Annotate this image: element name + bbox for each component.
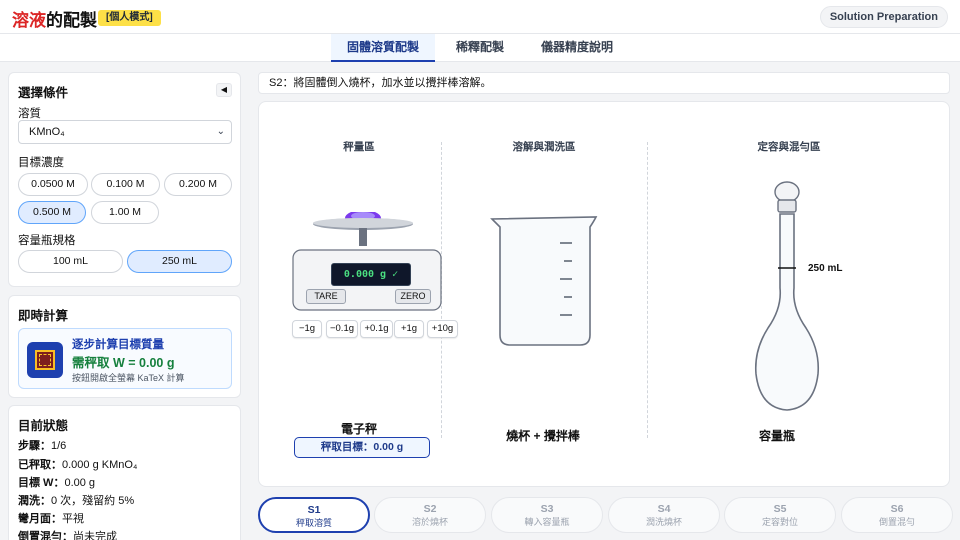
tare-button[interactable]: TARE bbox=[306, 289, 346, 304]
mode-badge: [個人模式] bbox=[98, 10, 161, 26]
minus-1g-button[interactable]: −1g bbox=[292, 320, 322, 338]
flask-size-label: 容量瓶規格 bbox=[18, 235, 76, 247]
status-title: 目前狀態 bbox=[18, 419, 69, 433]
step-s4[interactable]: S4 潤洗燒杯 bbox=[608, 497, 720, 533]
lab-stage: 秤量區 溶解與潤洗區 定容與混勻區 0.000 g ✓ TARE ZERO −1… bbox=[258, 101, 950, 487]
chevron-down-icon: ⌄ bbox=[216, 126, 225, 137]
calc-card-title: 逐步計算目標質量 bbox=[72, 339, 164, 351]
beaker-name: 燒杯 + 攪拌棒 bbox=[506, 429, 580, 443]
stepwise-calc-button[interactable]: 逐步計算目標質量 需秤取 W = 0.00 g 按鈕開啟全螢幕 KaTeX 計算 bbox=[18, 328, 232, 389]
concentration-option-0500[interactable]: 0.500 M bbox=[18, 201, 86, 224]
calc-card-value: 需秤取 W = 0.00 g bbox=[72, 356, 175, 370]
concentration-option-0050[interactable]: 0.0500 M bbox=[18, 173, 88, 196]
flask-option-100ml[interactable]: 100 mL bbox=[18, 250, 123, 273]
flask-graduation-label: 250 mL bbox=[808, 263, 843, 274]
status-row-invert-mix: 倒置混勻：尚未完成 bbox=[18, 531, 117, 540]
calculation-panel: 即時計算 逐步計算目標質量 需秤取 W = 0.00 g 按鈕開啟全螢幕 KaT… bbox=[8, 295, 241, 398]
conditions-title: 選擇條件 bbox=[18, 86, 69, 100]
app-title: 溶液的配製 bbox=[12, 11, 97, 30]
tab-solid-solute[interactable]: 固體溶質配製 bbox=[331, 34, 435, 62]
step-s1[interactable]: S1 秤取溶質 bbox=[258, 497, 370, 533]
volumetric-flask[interactable] bbox=[748, 178, 828, 414]
zone-volume-title: 定容與混勻區 bbox=[757, 141, 821, 153]
tab-instrument-precision[interactable]: 儀器精度說明 bbox=[529, 34, 625, 62]
status-row-target: 目標 W：0.00 g bbox=[18, 477, 96, 489]
collapse-icon: ◀ bbox=[220, 85, 228, 94]
step-s2[interactable]: S2 溶於燒杯 bbox=[374, 497, 486, 533]
instruction-bar: S2：將固體倒入燒杯，加水並以攪拌棒溶解。 bbox=[258, 72, 950, 94]
status-row-step: 步驟：1/6 bbox=[18, 440, 67, 452]
concentration-option-0200[interactable]: 0.200 M bbox=[164, 173, 232, 196]
solute-value: KMnO₄ bbox=[29, 126, 65, 138]
calculation-title: 即時計算 bbox=[18, 309, 69, 323]
status-panel: 目前狀態 步驟：1/6 已秤取：0.000 g KMnO₄ 目標 W：0.00 … bbox=[8, 405, 241, 540]
zone-weighing-title: 秤量區 bbox=[343, 141, 375, 153]
solute-label: 溶質 bbox=[18, 108, 41, 120]
title-english-pill: Solution Preparation bbox=[819, 6, 948, 28]
status-row-rinse: 潤洗：0 次，殘留約 5% bbox=[18, 495, 135, 507]
plus-10g-button[interactable]: +10g bbox=[427, 320, 458, 338]
solute-select[interactable]: KMnO₄ ⌄ bbox=[18, 120, 232, 144]
zone-dissolve-title: 溶解與潤洗區 bbox=[512, 141, 576, 153]
tab-bar: 固體溶質配製 稀釋配製 儀器精度說明 bbox=[0, 34, 960, 62]
calculator-icon bbox=[27, 342, 63, 378]
conditions-panel: 選擇條件 ◀ 溶質 KMnO₄ ⌄ 目標濃度 0.0500 M 0.100 M … bbox=[8, 72, 241, 287]
top-bar: 溶液的配製 [個人模式] Solution Preparation bbox=[0, 0, 960, 34]
target-mass-pill: 秤取目標：0.00 g bbox=[294, 437, 430, 458]
tab-dilution[interactable]: 稀釋配製 bbox=[441, 34, 519, 62]
scale-display: 0.000 g ✓ bbox=[331, 263, 411, 286]
collapse-button[interactable]: ◀ bbox=[216, 83, 232, 97]
minus-0-1g-button[interactable]: −0.1g bbox=[326, 320, 358, 338]
zone-divider bbox=[647, 142, 648, 438]
status-row-weighed: 已秤取：0.000 g KMnO₄ bbox=[18, 459, 138, 471]
scale-name: 電子秤 bbox=[340, 422, 377, 436]
concentration-option-1000[interactable]: 1.00 M bbox=[91, 201, 159, 224]
beaker[interactable] bbox=[488, 213, 598, 349]
flask-name: 容量瓶 bbox=[758, 429, 795, 443]
status-row-meniscus: 彎月面：平視 bbox=[18, 513, 84, 525]
concentration-option-0100[interactable]: 0.100 M bbox=[91, 173, 160, 196]
concentration-label: 目標濃度 bbox=[18, 157, 64, 169]
zero-button[interactable]: ZERO bbox=[395, 289, 431, 304]
calc-card-hint: 按鈕開啟全螢幕 KaTeX 計算 bbox=[72, 373, 185, 383]
step-s6[interactable]: S6 倒置混勻 bbox=[841, 497, 953, 533]
flask-option-250ml[interactable]: 250 mL bbox=[127, 250, 232, 273]
plus-1g-button[interactable]: +1g bbox=[394, 320, 424, 338]
step-s5[interactable]: S5 定容對位 bbox=[724, 497, 836, 533]
step-s3[interactable]: S3 轉入容量瓶 bbox=[491, 497, 603, 533]
plus-0-1g-button[interactable]: +0.1g bbox=[360, 320, 393, 338]
